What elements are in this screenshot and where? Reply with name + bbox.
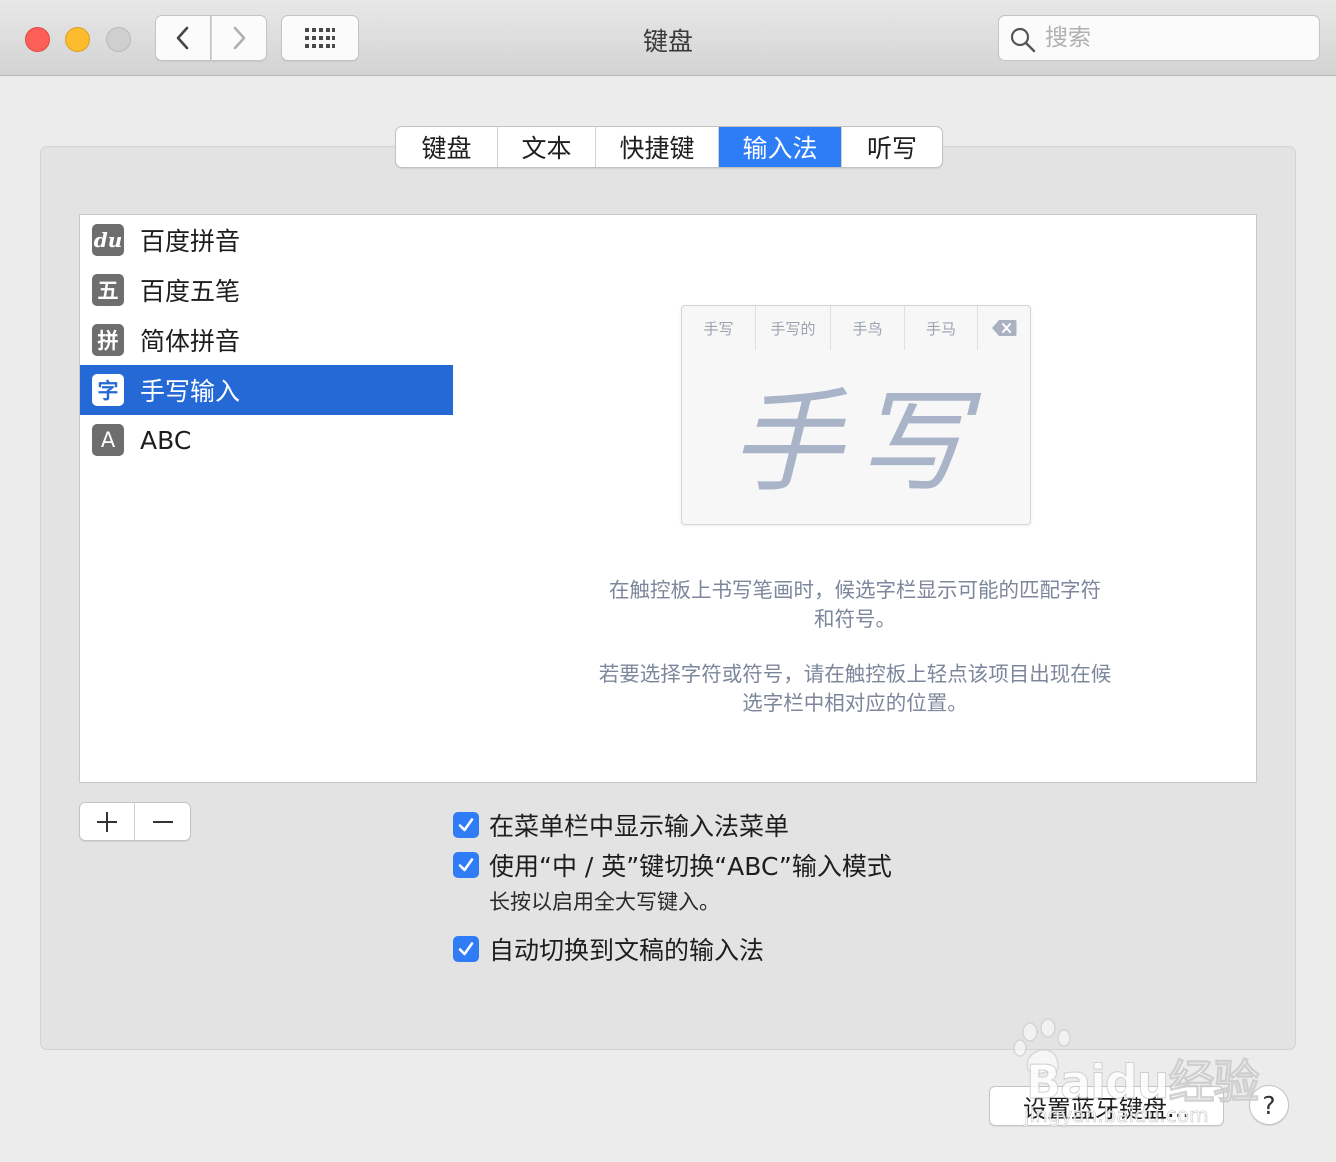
list-item-simplified-pinyin[interactable]: 拼 简体拼音 (80, 315, 453, 365)
abc-icon: A (92, 424, 124, 456)
title-bar: 键盘 (0, 0, 1336, 76)
input-source-list: du 百度拼音 五 百度五笔 拼 简体拼音 字 手写输入 A ABC (79, 214, 454, 783)
checkmark-icon (458, 942, 474, 956)
pinyin-icon: 拼 (92, 324, 124, 356)
wubi-icon: 五 (92, 274, 124, 306)
list-item-label: ABC (140, 425, 192, 455)
remove-input-source-button[interactable] (135, 803, 190, 840)
option-label: 在菜单栏中显示输入法菜单 (489, 812, 790, 841)
description-paragraph-1: 在触控板上书写笔画时，候选字栏显示可能的匹配字符 和符号。 (454, 576, 1256, 634)
list-item-label: 百度五笔 (140, 277, 241, 306)
checkmark-icon (458, 858, 474, 872)
description-line: 若要选择字符或符号，请在触控板上轻点该项目出现在候 (598, 662, 1112, 686)
setup-bluetooth-keyboard-button[interactable]: 设置蓝牙键盘... (989, 1086, 1224, 1126)
candidate-item: 手马 (905, 306, 978, 350)
list-item-abc[interactable]: A ABC (80, 415, 453, 465)
option-label: 自动切换到文稿的输入法 (489, 936, 765, 965)
option-hint: 长按以启用全大写键入。 (489, 890, 720, 914)
checkmark-icon (458, 818, 474, 832)
add-remove-control (79, 802, 191, 841)
handwriting-preview-card: 手写 手写的 手鸟 手马 手写 (681, 305, 1031, 525)
list-item-label: 百度拼音 (140, 227, 241, 256)
option-show-menu[interactable]: 在菜单栏中显示输入法菜单 (453, 807, 789, 843)
help-button[interactable]: ? (1249, 1085, 1289, 1125)
tab-input-sources[interactable]: 输入法 (719, 127, 842, 167)
description-paragraph-2: 若要选择字符或符号，请在触控板上轻点该项目出现在候 选字栏中相对应的位置。 (454, 660, 1256, 718)
description-line: 选字栏中相对应的位置。 (742, 691, 968, 715)
candidate-item: 手写的 (756, 306, 831, 350)
option-label: 使用“中 / 英”键切换“ABC”输入模式 (489, 852, 892, 881)
list-item-label: 简体拼音 (140, 327, 241, 356)
tab-bar: 键盘 文本 快捷键 输入法 听写 (395, 126, 943, 168)
checkbox-checked[interactable] (453, 852, 479, 878)
tab-shortcuts[interactable]: 快捷键 (596, 127, 719, 167)
option-auto-switch[interactable]: 自动切换到文稿的输入法 (453, 931, 764, 967)
search-input[interactable] (1045, 22, 1305, 54)
backspace-icon (978, 306, 1030, 350)
list-item-baidu-wubi[interactable]: 五 百度五笔 (80, 265, 453, 315)
list-item-handwriting[interactable]: 字 手写输入 (80, 365, 453, 415)
plus-icon (97, 811, 117, 832)
search-field[interactable] (998, 15, 1320, 61)
search-icon (1010, 27, 1036, 53)
handwriting-ink-sample: 手写 (730, 378, 982, 508)
candidate-item: 手写 (682, 306, 756, 350)
list-item-baidu-pinyin[interactable]: du 百度拼音 (80, 215, 453, 265)
candidate-item: 手鸟 (831, 306, 905, 350)
minus-icon (152, 820, 173, 823)
tab-dictation[interactable]: 听写 (842, 127, 942, 167)
description-line: 在触控板上书写笔画时，候选字栏显示可能的匹配字符 (609, 578, 1101, 602)
add-input-source-button[interactable] (80, 803, 135, 840)
baidu-du-icon: du (92, 224, 124, 256)
checkbox-checked[interactable] (453, 936, 479, 962)
option-caps-switch[interactable]: 使用“中 / 英”键切换“ABC”输入模式 (453, 847, 892, 883)
list-item-label: 手写输入 (140, 377, 241, 406)
tab-keyboard[interactable]: 键盘 (396, 127, 498, 167)
description-line: 和符号。 (814, 607, 896, 631)
handwriting-char-icon: 字 (92, 374, 124, 406)
checkbox-checked[interactable] (453, 812, 479, 838)
tab-text[interactable]: 文本 (498, 127, 596, 167)
candidate-bar: 手写 手写的 手鸟 手马 (682, 306, 1030, 350)
